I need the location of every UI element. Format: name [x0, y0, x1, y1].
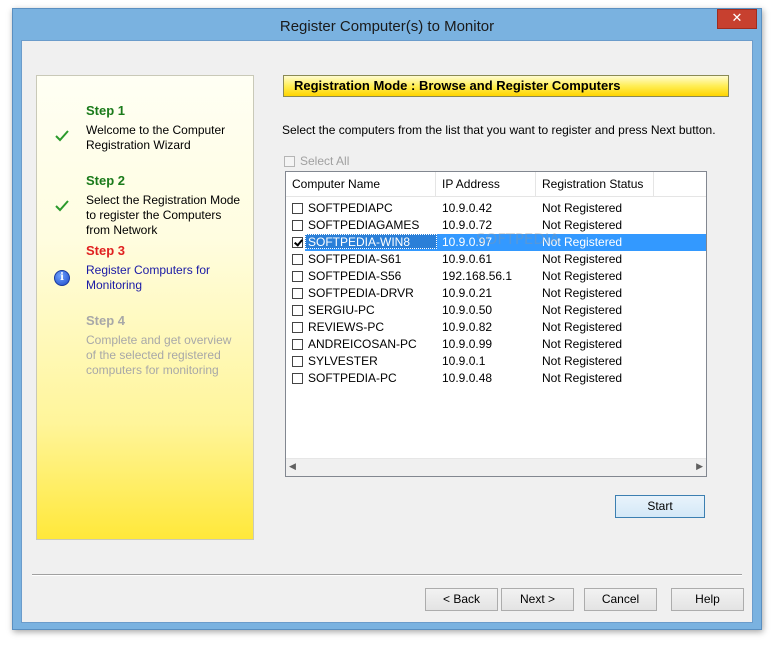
back-button[interactable]: < Back — [425, 588, 498, 611]
table-row[interactable]: SOFTPEDIAPC 10.9.0.42 Not Registered — [286, 200, 706, 217]
watermark: SOFTPEDIA — [476, 230, 560, 248]
step-4-desc: Complete and get overview of the selecte… — [86, 333, 232, 377]
computer-name-cell: SOFTPEDIA-PC — [308, 371, 397, 385]
step-1-desc: Welcome to the Computer Registration Wiz… — [86, 123, 226, 152]
ip-address-cell: 10.9.0.48 — [442, 371, 493, 385]
computer-name-cell: SOFTPEDIA-S61 — [308, 252, 402, 266]
row-checkbox[interactable] — [292, 220, 303, 231]
registration-status-cell: Not Registered — [542, 286, 623, 300]
table-row[interactable]: SOFTPEDIA-PC 10.9.0.48 Not Registered — [286, 370, 706, 387]
computer-name-cell: SOFTPEDIAPC — [308, 201, 393, 215]
computer-name-cell: SOFTPEDIA-S56 — [308, 269, 402, 283]
registration-status-cell: Not Registered — [542, 252, 623, 266]
step-3-desc: Register Computers for Monitoring — [86, 263, 211, 292]
row-checkbox[interactable] — [292, 288, 303, 299]
close-button[interactable]: ✕ — [717, 9, 757, 29]
next-button[interactable]: Next > — [501, 588, 574, 611]
computer-name-cell: SYLVESTER — [308, 354, 378, 368]
table-row[interactable]: REVIEWS-PC 10.9.0.82 Not Registered — [286, 319, 706, 336]
info-icon: i — [54, 270, 70, 286]
ip-address-cell: 10.9.0.99 — [442, 337, 493, 351]
row-checkbox[interactable] — [292, 305, 303, 316]
row-checkbox[interactable] — [292, 271, 303, 282]
window-title: Register Computer(s) to Monitor — [279, 18, 495, 35]
help-button[interactable]: Help — [671, 588, 744, 611]
ip-address-cell: 10.9.0.50 — [442, 303, 493, 317]
ip-address-cell: 10.9.0.42 — [442, 201, 493, 215]
registration-status-cell: Not Registered — [542, 201, 623, 215]
checkmark-icon — [55, 200, 69, 212]
select-all-checkbox[interactable]: Select All — [284, 154, 349, 168]
ip-address-cell: 10.9.0.82 — [442, 320, 493, 334]
row-checkbox[interactable] — [292, 373, 303, 384]
ip-address-cell: 10.9.0.21 — [442, 286, 493, 300]
registration-status-cell: Not Registered — [542, 354, 623, 368]
row-checkbox[interactable] — [292, 356, 303, 367]
computer-name-cell: SOFTPEDIA-WIN8 — [308, 235, 411, 249]
title-bar[interactable]: Register Computer(s) to Monitor ✕ — [13, 9, 761, 41]
select-all-box[interactable] — [284, 155, 295, 167]
table-row[interactable]: SYLVESTER 10.9.0.1 Not Registered — [286, 353, 706, 370]
horizontal-scrollbar[interactable]: ◀ ▶ — [286, 458, 706, 476]
row-checkbox[interactable] — [292, 339, 303, 350]
ip-address-cell: 10.9.0.1 — [442, 354, 486, 368]
table-row[interactable]: SERGIU-PC 10.9.0.50 Not Registered — [286, 302, 706, 319]
table-row[interactable]: SOFTPEDIA-S61 10.9.0.61 Not Registered — [286, 251, 706, 268]
scroll-right-icon[interactable]: ▶ — [696, 462, 703, 472]
footer-separator — [32, 574, 742, 576]
checkmark-icon — [55, 130, 69, 142]
instruction-text: Select the computers from the list that … — [282, 123, 716, 137]
cancel-button[interactable]: Cancel — [584, 588, 657, 611]
computer-name-cell: SERGIU-PC — [308, 303, 375, 317]
computer-list[interactable]: Computer Name IP Address Registration St… — [285, 171, 707, 477]
step-4-title: Step 4 — [86, 313, 126, 328]
step-1-title: Step 1 — [86, 103, 126, 118]
row-checkbox[interactable] — [292, 203, 303, 214]
wizard-window: Register Computer(s) to Monitor ✕ Step 1… — [12, 8, 762, 630]
registration-status-cell: Not Registered — [542, 320, 623, 334]
computer-name-cell: REVIEWS-PC — [308, 320, 385, 334]
registration-status-cell: Not Registered — [542, 371, 623, 385]
registration-status-cell: Not Registered — [542, 337, 623, 351]
table-row[interactable]: ANDREICOSAN-PC 10.9.0.99 Not Registered — [286, 336, 706, 353]
computer-name-cell: ANDREICOSAN-PC — [308, 337, 417, 351]
scroll-left-icon[interactable]: ◀ — [289, 462, 296, 472]
table-row[interactable]: SOFTPEDIA-S56 192.168.56.1 Not Registered — [286, 268, 706, 285]
list-header: Computer Name IP Address Registration St… — [286, 172, 706, 197]
table-row[interactable]: SOFTPEDIA-DRVR 10.9.0.21 Not Registered — [286, 285, 706, 302]
computer-name-cell: SOFTPEDIAGAMES — [308, 218, 420, 232]
column-header-ip-address[interactable]: IP Address — [436, 172, 536, 196]
row-checkbox[interactable] — [292, 322, 303, 333]
start-button[interactable]: Start — [615, 495, 705, 518]
registration-mode-header: Registration Mode : Browse and Register … — [283, 75, 729, 97]
step-2-desc: Select the Registration Mode to register… — [86, 193, 241, 237]
registration-status-cell: Not Registered — [542, 269, 623, 283]
computer-name-cell: SOFTPEDIA-DRVR — [308, 286, 414, 300]
step-3-title: Step 3 — [86, 243, 126, 258]
registration-status-cell: Not Registered — [542, 303, 623, 317]
column-header-computer-name[interactable]: Computer Name — [286, 172, 436, 196]
row-checkbox[interactable] — [292, 237, 303, 248]
row-checkbox[interactable] — [292, 254, 303, 265]
select-all-label: Select All — [300, 154, 350, 168]
column-header-registration-status[interactable]: Registration Status — [536, 172, 654, 196]
step-2-title: Step 2 — [86, 173, 126, 188]
ip-address-cell: 10.9.0.61 — [442, 252, 493, 266]
ip-address-cell: 192.168.56.1 — [442, 269, 513, 283]
wizard-client-area: Step 1 Welcome to the Computer Registrat… — [21, 40, 753, 623]
steps-panel: Step 1 Welcome to the Computer Registrat… — [36, 75, 254, 540]
